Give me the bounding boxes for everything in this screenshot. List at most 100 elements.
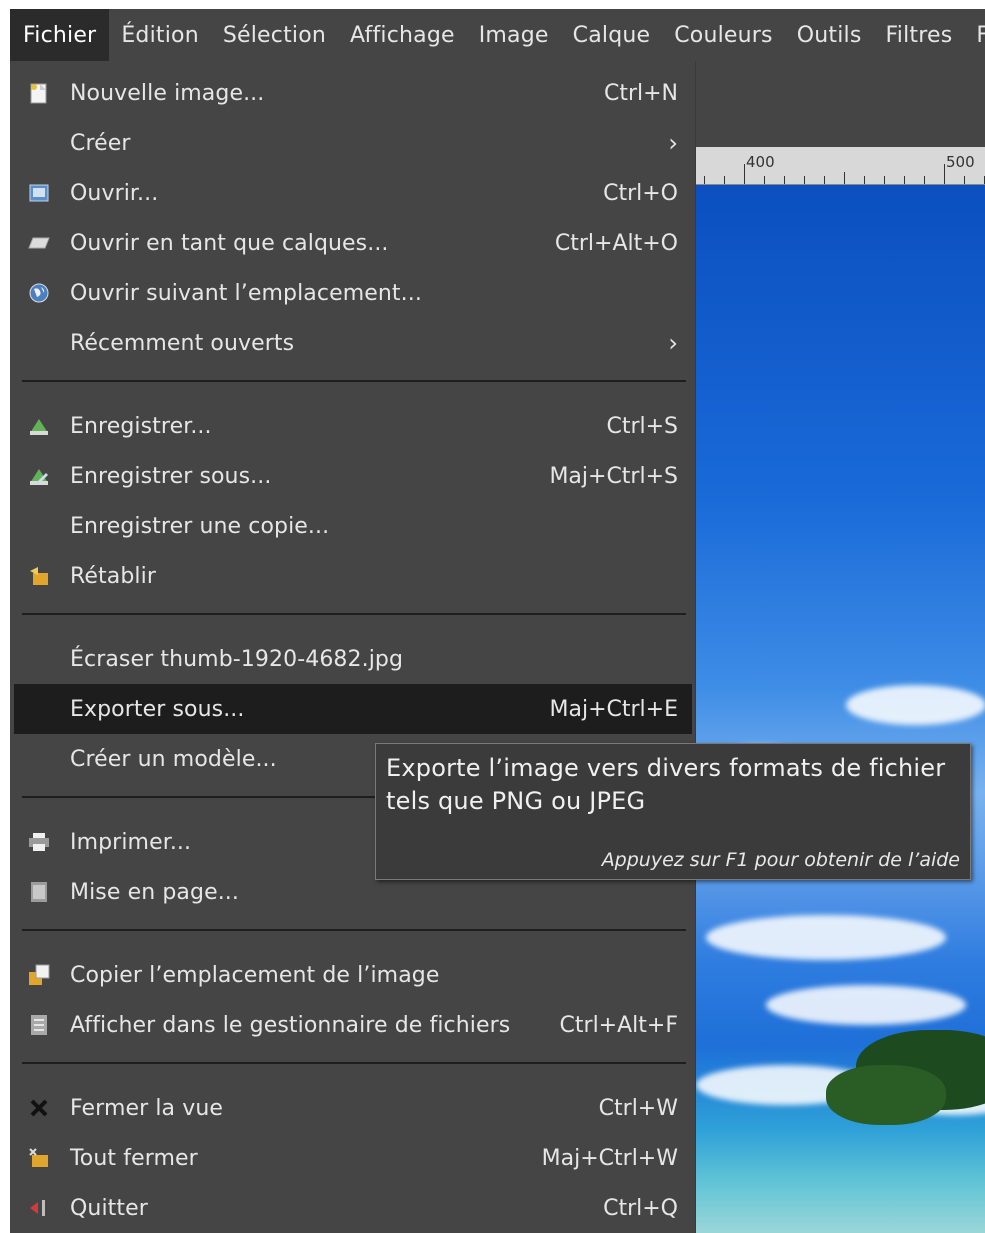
ruler-tick: [864, 176, 865, 184]
menu-item-label: Mise en page...: [70, 879, 239, 905]
menu-item-label: Enregistrer sous...: [70, 463, 272, 489]
menu-item-close-all[interactable]: Tout fermer Maj+Ctrl+W: [14, 1133, 692, 1183]
ruler-tick: [704, 176, 705, 184]
close-all-icon: [28, 1147, 50, 1169]
menu-separator: [22, 613, 686, 615]
menu-item-quit[interactable]: Quitter Ctrl+Q: [14, 1183, 692, 1233]
menu-item-open-location[interactable]: Ouvrir suivant l’emplacement...: [14, 268, 692, 318]
menu-edition[interactable]: Édition: [109, 9, 211, 61]
menu-item-label: Écraser thumb-1920-4682.jpg: [70, 646, 404, 672]
menu-item-revert[interactable]: Rétablir: [14, 551, 692, 601]
save-icon: [28, 415, 50, 437]
menu-item-save[interactable]: Enregistrer... Ctrl+S: [14, 401, 692, 451]
menu-item-label: Enregistrer...: [70, 413, 212, 439]
cloud: [846, 685, 985, 725]
page-setup-icon: [28, 881, 50, 903]
menu-item-label: Récemment ouverts: [70, 330, 295, 356]
menu-calque[interactable]: Calque: [561, 9, 663, 61]
chevron-right-icon: ›: [668, 129, 678, 157]
menu-fenetres[interactable]: Fené: [964, 9, 985, 61]
menu-item-shortcut: Ctrl+Q: [603, 1195, 678, 1221]
ruler-tick: [884, 176, 885, 184]
ruler-tick: [824, 176, 825, 184]
chevron-right-icon: ›: [668, 329, 678, 357]
menu-item-shortcut: Maj+Ctrl+W: [541, 1145, 678, 1171]
file-menu: Nouvelle image... Ctrl+N Créer › Ouvrir.…: [10, 61, 696, 1233]
image-canvas[interactable]: [696, 185, 985, 1233]
ruler-tick: [744, 164, 745, 184]
ruler-label-500: 500: [946, 153, 975, 171]
menu-bar: Fichier Édition Sélection Affichage Imag…: [10, 9, 985, 61]
gimp-window: 400 500 Fichier Édition Sélection Affich…: [10, 9, 985, 1233]
ruler-tick: [964, 176, 965, 184]
menu-item-shortcut: Ctrl+W: [598, 1095, 678, 1121]
menu-item-label: Rétablir: [70, 563, 156, 589]
ruler-tick: [804, 176, 805, 184]
menu-couleurs[interactable]: Couleurs: [662, 9, 784, 61]
menu-item-recent[interactable]: Récemment ouverts ›: [14, 318, 692, 368]
tooltip: Exporte l’image vers divers formats de f…: [375, 743, 971, 880]
ruler-tick: [784, 176, 785, 184]
menu-item-label: Créer: [70, 130, 131, 156]
ruler-tick: [944, 164, 945, 184]
ruler-tick: [924, 176, 925, 184]
menu-item-label: Créer un modèle...: [70, 746, 277, 772]
menu-fichier[interactable]: Fichier: [10, 9, 110, 61]
cloud: [766, 985, 966, 1025]
open-as-layers-icon: [28, 232, 50, 254]
menu-item-save-copy[interactable]: Enregistrer une copie...: [14, 501, 692, 551]
menu-affichage[interactable]: Affichage: [338, 9, 467, 61]
menu-item-export-as[interactable]: Exporter sous... Maj+Ctrl+E: [14, 684, 692, 734]
save-as-icon: [28, 465, 50, 487]
tooltip-line-2: tels que PNG ou JPEG: [386, 787, 646, 815]
ruler-tick: [724, 176, 725, 184]
menu-item-label: Fermer la vue: [70, 1095, 224, 1121]
menu-item-shortcut: Ctrl+Alt+O: [554, 230, 678, 256]
menu-item-overwrite[interactable]: Écraser thumb-1920-4682.jpg: [14, 634, 692, 684]
menu-item-new-image[interactable]: Nouvelle image... Ctrl+N: [14, 68, 692, 118]
menu-item-shortcut: Maj+Ctrl+S: [549, 463, 678, 489]
ruler-label-400: 400: [746, 153, 775, 171]
menu-item-label: Quitter: [70, 1195, 148, 1221]
menu-selection[interactable]: Sélection: [211, 9, 338, 61]
menu-item-save-as[interactable]: Enregistrer sous... Maj+Ctrl+S: [14, 451, 692, 501]
menu-outils[interactable]: Outils: [785, 9, 874, 61]
ruler-tick: [764, 176, 765, 184]
globe-icon: [28, 282, 50, 304]
revert-icon: [28, 565, 50, 587]
copy-location-icon: [28, 964, 50, 986]
menu-filtres[interactable]: Filtres: [874, 9, 965, 61]
menu-item-label: Tout fermer: [70, 1145, 198, 1171]
menu-separator: [22, 929, 686, 931]
menu-item-label: Afficher dans le gestionnaire de fichier…: [70, 1012, 511, 1038]
menu-separator: [22, 1062, 686, 1064]
menu-item-label: Copier l’emplacement de l’image: [70, 962, 440, 988]
printer-icon: [28, 831, 50, 853]
cloud: [706, 915, 946, 960]
menu-item-shortcut: Ctrl+Alt+F: [559, 1012, 678, 1038]
menu-item-label: Imprimer...: [70, 829, 192, 855]
menu-item-create[interactable]: Créer ›: [14, 118, 692, 168]
tooltip-line-1: Exporte l’image vers divers formats de f…: [386, 754, 946, 782]
ruler-tick: [844, 172, 845, 184]
menu-item-shortcut: Ctrl+S: [606, 413, 678, 439]
menu-image[interactable]: Image: [467, 9, 561, 61]
menu-item-copy-location[interactable]: Copier l’emplacement de l’image: [14, 950, 692, 1000]
quit-icon: [28, 1197, 50, 1219]
menu-item-show-in-file-manager[interactable]: Afficher dans le gestionnaire de fichier…: [14, 1000, 692, 1050]
palm-trees: [826, 1065, 946, 1125]
menu-item-label: Ouvrir en tant que calques...: [70, 230, 389, 256]
menu-item-label: Enregistrer une copie...: [70, 513, 330, 539]
menu-item-label: Nouvelle image...: [70, 80, 265, 106]
horizontal-ruler[interactable]: 400 500: [696, 147, 985, 185]
menu-item-label: Ouvrir suivant l’emplacement...: [70, 280, 422, 306]
tooltip-help-hint: Appuyez sur F1 pour obtenir de l’aide: [601, 849, 960, 871]
menu-separator: [22, 380, 686, 382]
open-icon: [28, 182, 50, 204]
file-manager-icon: [28, 1014, 50, 1036]
ruler-tick: [904, 176, 905, 184]
menu-item-open[interactable]: Ouvrir... Ctrl+O: [14, 168, 692, 218]
close-icon: [28, 1097, 50, 1119]
menu-item-open-as-layers[interactable]: Ouvrir en tant que calques... Ctrl+Alt+O: [14, 218, 692, 268]
menu-item-close-view[interactable]: Fermer la vue Ctrl+W: [14, 1083, 692, 1133]
